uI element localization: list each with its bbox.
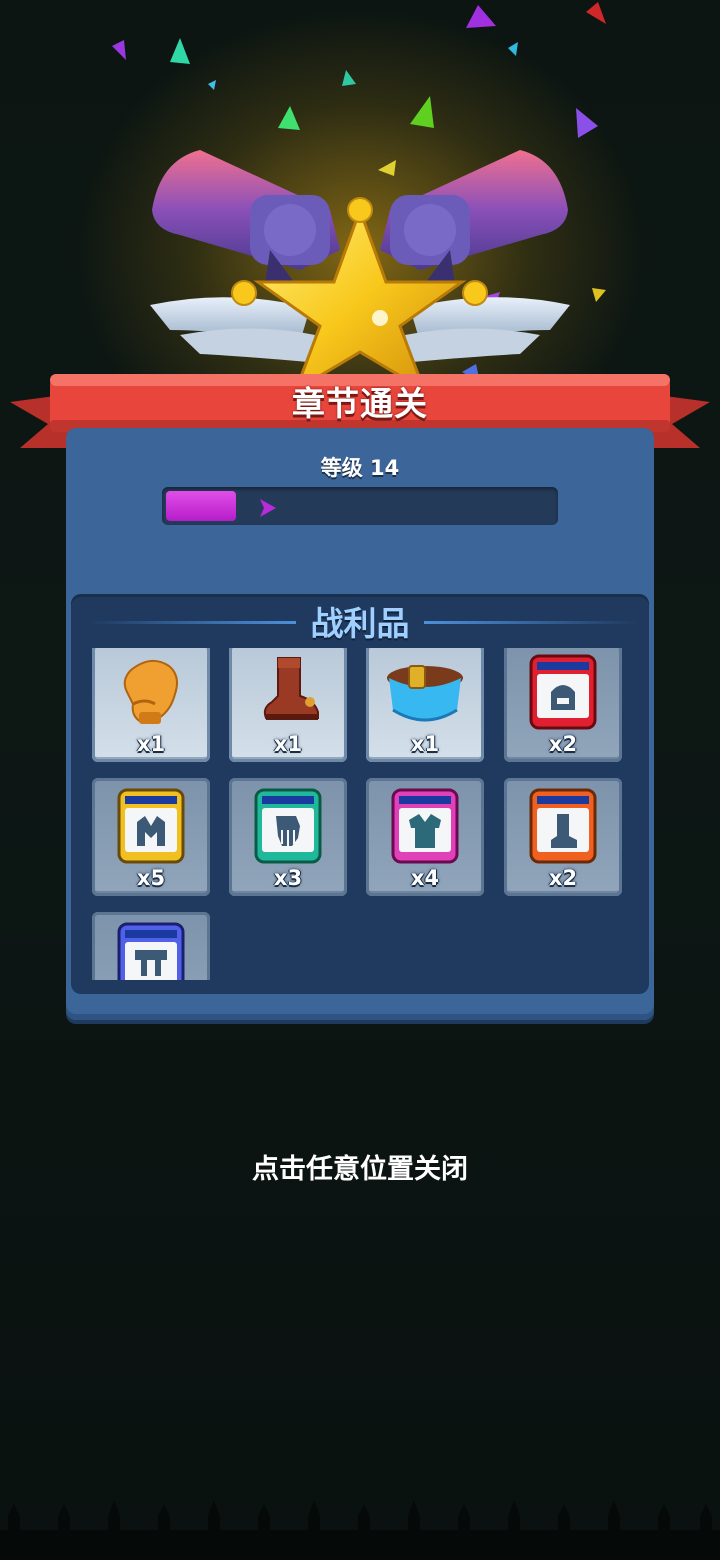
level-label: 等级 14 [320,456,400,480]
loot-item-glove-card[interactable]: x3 [229,778,347,896]
loot-item-helmet-card[interactable]: x2 [504,648,622,762]
chapter-complete-screen[interactable]: 章节通关 等级 14 战利品 x1 x1 x1 x2 x5 x3 x4 x2 点… [0,0,720,1560]
loot-item-boot[interactable]: x1 [229,648,347,762]
armor-card-icon [117,788,185,864]
loot-item-vest-card[interactable]: x4 [366,778,484,896]
loot-item-armor-card[interactable]: x5 [92,778,210,896]
loot-item-boot-card[interactable]: x2 [504,778,622,896]
loot-item-belt[interactable]: x1 [366,648,484,762]
loot-quantity: x5 [136,866,166,890]
victory-emblem-icon [150,150,570,390]
boot-card-icon [529,788,597,864]
glove-icon [123,659,178,724]
chapter-complete-title: 章节通关 [292,384,428,423]
loot-quantity: x2 [548,866,578,890]
vest-card-icon [391,788,459,864]
boot-icon [263,657,319,720]
background-fence [0,1500,720,1560]
loot-grid[interactable]: x1 x1 x1 x2 x5 x3 x4 x2 [86,648,638,980]
loot-title: 战利品 [310,604,410,643]
xp-progress-bar [162,487,558,525]
loot-quantity: x4 [410,866,440,890]
tap-to-close-hint[interactable]: 点击任意位置关闭 [0,1147,720,1186]
glove-card-icon [254,788,322,864]
loot-quantity: x2 [548,732,578,756]
progress-arrow-icon [260,499,276,517]
loot-quantity: x3 [273,866,303,890]
loot-item-belt-card[interactable] [92,912,210,980]
helmet-card-icon [529,654,597,730]
belt-icon [387,665,463,722]
xp-progress-fill [166,491,236,521]
loot-quantity: x1 [273,732,303,756]
belt-card-icon [117,922,185,980]
loot-quantity: x1 [136,732,166,756]
loot-item-glove[interactable]: x1 [92,648,210,762]
loot-quantity: x1 [410,732,440,756]
